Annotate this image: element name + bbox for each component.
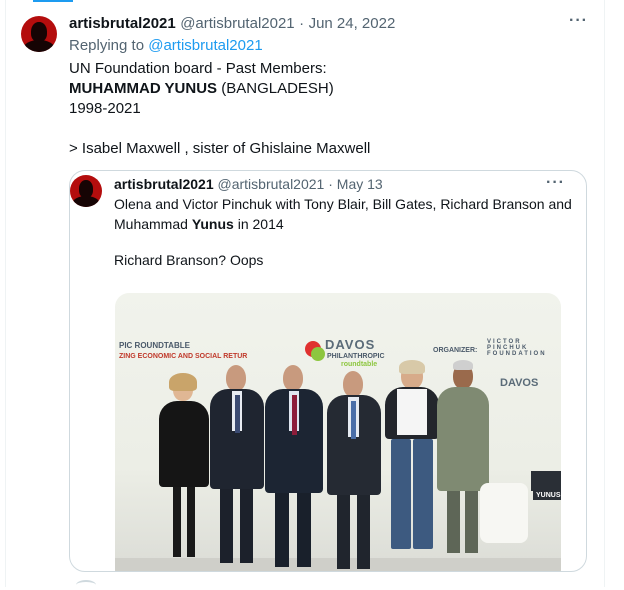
separator: · [328, 176, 333, 192]
text-line: UN Foundation board - Past Members: [69, 60, 327, 77]
roundtable-text: roundtable [341, 361, 378, 368]
quoted-date: May 13 [336, 176, 383, 192]
name-card [531, 471, 561, 491]
quoted-text: Olena and Victor Pinchuk with Tony Blair… [114, 194, 574, 270]
chair [480, 483, 528, 543]
davos-right-text: DAVOS [500, 377, 539, 389]
more-horizontal-icon[interactable]: ··· [569, 12, 588, 30]
text-line: 1998-2021 [69, 100, 141, 117]
tweet-header: artisbrutal2021 @artisbrutal2021 · Jun 2… [69, 15, 395, 33]
separator: · [299, 15, 305, 32]
replying-handle-link[interactable]: @artisbrutal2021 [148, 37, 262, 54]
quoted-tweet[interactable]: artisbrutal2021 @artisbrutal2021 · May 1… [69, 170, 587, 572]
quoted-avatar [70, 175, 102, 207]
replying-to: Replying to @artisbrutal2021 [69, 37, 263, 54]
text-line: > Isabel Maxwell , sister of Ghislaine M… [69, 140, 371, 157]
philanthropic-text: PHILANTHROPIC [327, 353, 385, 360]
group-photo[interactable]: PIC ROUNDTABLE ZING ECONOMIC AND SOCIAL … [115, 293, 561, 571]
bold-name: MUHAMMAD YUNUS [69, 80, 218, 97]
thread-connector [33, 0, 73, 2]
tweet-text: UN Foundation board - Past Members: MUHA… [69, 59, 370, 159]
replying-prefix: Replying to [69, 37, 145, 54]
davos-text: DAVOS [325, 337, 376, 352]
handle[interactable]: @artisbrutal2021 [180, 15, 294, 32]
quoted-display-name: artisbrutal2021 [114, 176, 214, 192]
avatar[interactable] [21, 16, 57, 52]
organizer-text: ORGANIZER: [433, 347, 478, 354]
foundation-text: VICTOR PINCHUK FOUNDATION [487, 339, 547, 357]
quoted-text-part: in 2014 [233, 216, 284, 232]
yunus-card-text: YUNUS [533, 491, 561, 500]
sign-text: ZING ECONOMIC AND SOCIAL RETUR [119, 353, 248, 360]
reply-icon[interactable] [76, 580, 96, 590]
quoted-header: artisbrutal2021 @artisbrutal2021 · May 1… [114, 176, 383, 192]
quoted-text-part: Olena and Victor Pinchuk with Tony Blair… [114, 196, 572, 232]
text-line: MUHAMMAD YUNUS (BANGLADESH) [69, 79, 370, 99]
display-name[interactable]: artisbrutal2021 [69, 15, 176, 32]
country: (BANGLADESH) [217, 80, 334, 97]
quoted-more-icon[interactable]: ··· [546, 174, 565, 192]
quoted-text-line: Richard Branson? Oops [114, 252, 264, 268]
sign-text: PIC ROUNDTABLE [119, 341, 190, 350]
davos-logo-icon [311, 347, 325, 361]
quoted-handle: @artisbrutal2021 [217, 176, 325, 192]
quoted-bold-name: Yunus [191, 216, 234, 232]
tweet-date[interactable]: Jun 24, 2022 [309, 15, 396, 32]
